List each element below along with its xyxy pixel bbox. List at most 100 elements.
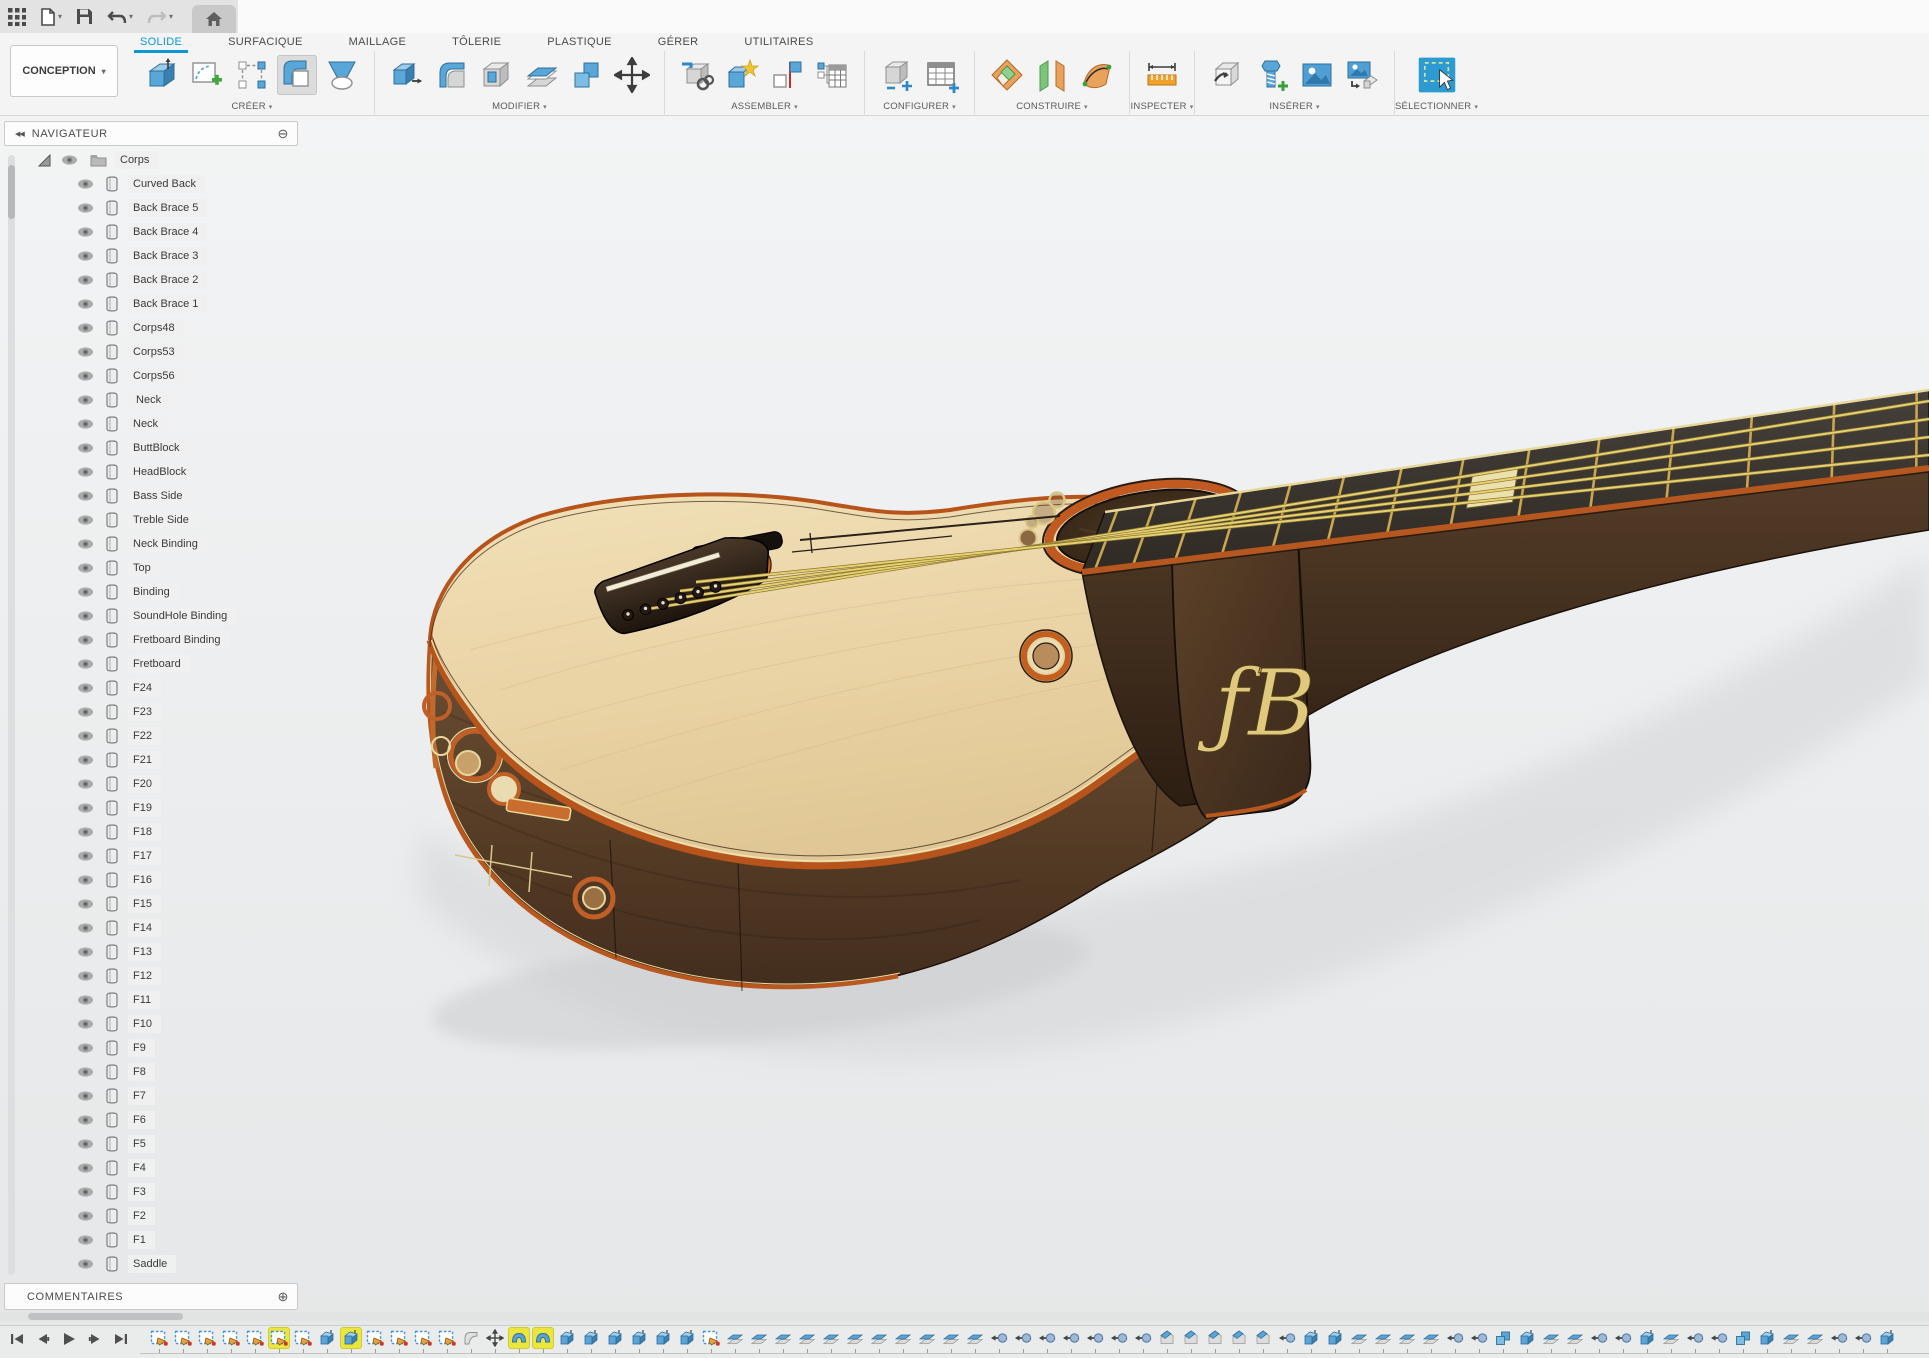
tree-item-label[interactable]: F24: [128, 679, 161, 697]
visibility-eye-icon[interactable]: [77, 946, 94, 958]
timeline-feature-sketch[interactable]: [363, 1328, 387, 1352]
visibility-eye-icon[interactable]: [77, 178, 94, 190]
tree-item-label[interactable]: F14: [128, 919, 161, 937]
timeline-feature-joint[interactable]: [1587, 1328, 1611, 1352]
timeline-feature-shell[interactable]: [1395, 1328, 1419, 1352]
visibility-eye-icon[interactable]: [77, 298, 94, 310]
timeline-feature-joint[interactable]: [1827, 1328, 1851, 1352]
tree-item[interactable]: Curved Back: [0, 172, 320, 196]
ribbon-tab-maillage[interactable]: MAILLAGE: [347, 34, 408, 51]
timeline-feature-extrude[interactable]: [1515, 1328, 1539, 1352]
visibility-eye-icon[interactable]: [77, 1138, 94, 1150]
ribbon-tab-surfacique[interactable]: SURFACIQUE: [226, 34, 305, 51]
app-grid-icon[interactable]: [6, 6, 28, 28]
visibility-eye-icon[interactable]: [77, 538, 94, 550]
tree-item[interactable]: Back Brace 1: [0, 292, 320, 316]
tree-item[interactable]: F6: [0, 1108, 320, 1132]
timeline-feature-extrude[interactable]: [1299, 1328, 1323, 1352]
timeline-feature-joint[interactable]: [1707, 1328, 1731, 1352]
visibility-eye-icon[interactable]: [77, 202, 94, 214]
file-icon[interactable]: ▾: [38, 6, 64, 28]
timeline-feature-combine[interactable]: [1731, 1328, 1755, 1352]
tree-item[interactable]: F17: [0, 844, 320, 868]
config-table-icon[interactable]: [922, 55, 962, 95]
extrude-icon[interactable]: [142, 55, 182, 95]
tree-item-label[interactable]: Corps48: [128, 319, 184, 337]
tree-item[interactable]: Corps56: [0, 364, 320, 388]
tree-item[interactable]: SoundHole Binding: [0, 604, 320, 628]
group-label[interactable]: INSÉRER▾: [1269, 99, 1319, 114]
tree-item-label[interactable]: F13: [128, 943, 161, 961]
timeline-feature-chamfer[interactable]: [1179, 1328, 1203, 1352]
timeline-skip-start-button[interactable]: [8, 1330, 26, 1348]
visibility-eye-icon[interactable]: [77, 898, 94, 910]
group-label[interactable]: CONFIGURER▾: [883, 99, 956, 114]
timeline-feature-shell[interactable]: [1563, 1328, 1587, 1352]
visibility-eye-icon[interactable]: [77, 370, 94, 382]
timeline-feature-shell[interactable]: [795, 1328, 819, 1352]
tree-item-label[interactable]: F18: [128, 823, 161, 841]
timeline-feature-move[interactable]: [483, 1328, 507, 1352]
tree-item[interactable]: F16: [0, 868, 320, 892]
revolve-icon[interactable]: [322, 55, 362, 95]
tree-item[interactable]: Fretboard: [0, 652, 320, 676]
group-label[interactable]: CONSTRUIRE▾: [1016, 99, 1088, 114]
plane-offset-icon[interactable]: [987, 55, 1027, 95]
tree-item-label[interactable]: Corps56: [128, 367, 184, 385]
visibility-eye-icon[interactable]: [77, 1258, 94, 1270]
tree-item-label[interactable]: Binding: [128, 583, 179, 601]
tree-item-label[interactable]: F7: [128, 1087, 155, 1105]
ribbon-tab-solide[interactable]: SOLIDE: [138, 34, 184, 51]
timeline-feature-fillet[interactable]: [459, 1328, 483, 1352]
expander-triangle-icon[interactable]: [38, 154, 51, 167]
timeline-feature-extrude[interactable]: [1755, 1328, 1779, 1352]
timeline-feature-shell[interactable]: [747, 1328, 771, 1352]
tree-item-label[interactable]: F16: [128, 871, 161, 889]
timeline-feature-form-highlighted[interactable]: [507, 1328, 531, 1352]
timeline-feature-sketch[interactable]: [243, 1328, 267, 1352]
tree-item[interactable]: F5: [0, 1132, 320, 1156]
timeline-feature-extrude[interactable]: [1875, 1328, 1899, 1352]
tree-item-label[interactable]: Back Brace 3: [128, 247, 207, 265]
create-sketch-icon[interactable]: [187, 55, 227, 95]
tree-item-label[interactable]: F10: [128, 1015, 161, 1033]
tree-item[interactable]: F1: [0, 1228, 320, 1252]
visibility-eye-icon[interactable]: [77, 754, 94, 766]
tree-item-label[interactable]: Treble Side: [128, 511, 198, 529]
chevron-down-icon[interactable]: ▾: [169, 12, 173, 21]
tree-item[interactable]: F15: [0, 892, 320, 916]
visibility-eye-icon[interactable]: [77, 1114, 94, 1126]
timeline-skip-end-button[interactable]: [112, 1330, 130, 1348]
tree-item[interactable]: F19: [0, 796, 320, 820]
tree-item[interactable]: Treble Side: [0, 508, 320, 532]
tree-item[interactable]: F13: [0, 940, 320, 964]
timeline-feature-extrude[interactable]: [603, 1328, 627, 1352]
timeline-feature-shell[interactable]: [1539, 1328, 1563, 1352]
tree-item[interactable]: Bass Side: [0, 484, 320, 508]
tree-item-label[interactable]: F9: [128, 1039, 155, 1057]
fillet-corner-icon[interactable]: [432, 55, 472, 95]
undo-icon[interactable]: ▾: [105, 7, 135, 27]
visibility-eye-icon[interactable]: [77, 274, 94, 286]
move-icon[interactable]: [612, 55, 652, 95]
timeline-feature-joint[interactable]: [1131, 1328, 1155, 1352]
timeline-feature-extrude[interactable]: [315, 1328, 339, 1352]
flag-driven-icon[interactable]: [767, 55, 807, 95]
visibility-eye-icon[interactable]: [77, 1186, 94, 1198]
timeline-feature-shell[interactable]: [1659, 1328, 1683, 1352]
plane-mid-icon[interactable]: [1032, 55, 1072, 95]
timeline-feature-joint[interactable]: [1611, 1328, 1635, 1352]
timeline-feature-sketch[interactable]: [195, 1328, 219, 1352]
timeline-feature-shell[interactable]: [1371, 1328, 1395, 1352]
tree-item[interactable]: F18: [0, 820, 320, 844]
visibility-eye-icon[interactable]: [77, 994, 94, 1006]
timeline-feature-sketch[interactable]: [147, 1328, 171, 1352]
timeline-feature-joint[interactable]: [1083, 1328, 1107, 1352]
ribbon-tab-utilitaires[interactable]: UTILITAIRES: [742, 34, 815, 51]
tree-item[interactable]: F4: [0, 1156, 320, 1180]
timeline-feature-joint[interactable]: [1467, 1328, 1491, 1352]
tree-item[interactable]: F9: [0, 1036, 320, 1060]
tree-item[interactable]: F23: [0, 700, 320, 724]
tree-item[interactable]: Neck: [0, 412, 320, 436]
redo-icon[interactable]: ▾: [145, 7, 175, 27]
